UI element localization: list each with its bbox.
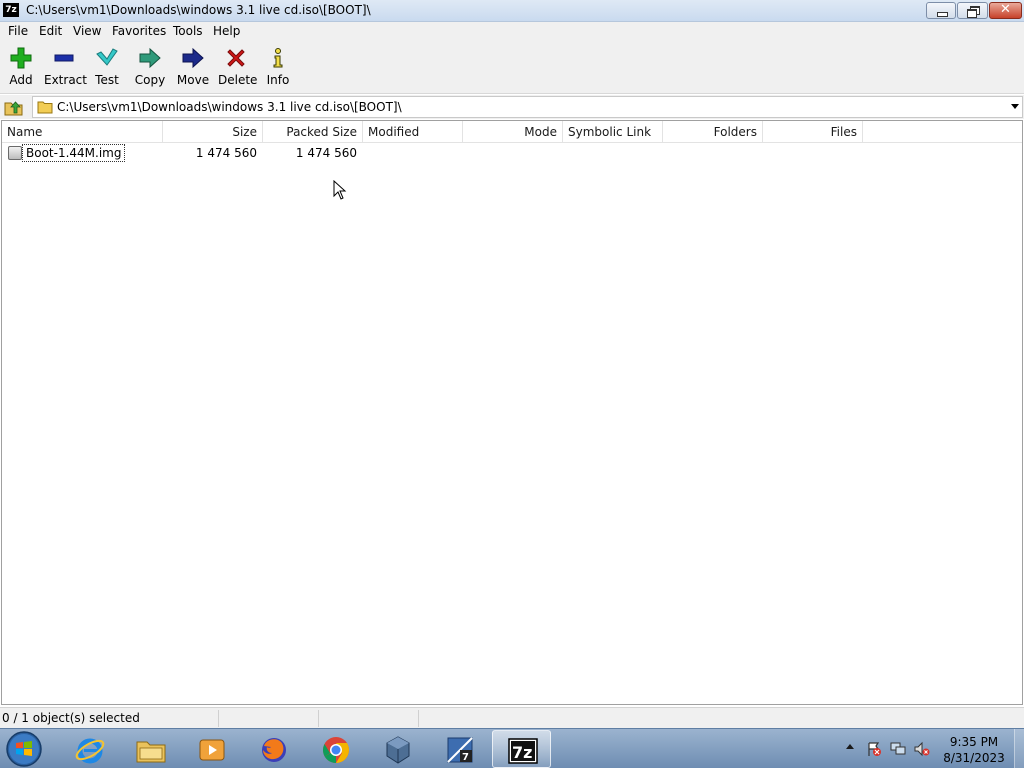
status-divider (218, 710, 219, 727)
svg-text:7z: 7z (512, 743, 532, 762)
menu-file[interactable]: File (8, 24, 28, 38)
svg-text:7: 7 (462, 752, 469, 763)
7zip-app-icon[interactable]: 7z (3, 3, 19, 17)
menu-tools[interactable]: Tools (173, 24, 203, 38)
7zip-filemanager-icon: 7z (508, 738, 538, 764)
menu-view[interactable]: View (73, 24, 101, 38)
virtualbox-icon (386, 736, 410, 764)
delete-label: Delete (218, 73, 258, 87)
folder-up-icon (4, 101, 23, 116)
move-arrow-icon (182, 47, 204, 69)
delete-button[interactable]: Delete (218, 46, 258, 92)
info-button[interactable]: Info (265, 46, 291, 92)
taskbar-7zip-installer[interactable]: 7 (430, 730, 489, 768)
toolbar: Add Extract Test Copy Move Delete Info (0, 42, 1024, 94)
status-divider (418, 710, 419, 727)
selection-status: 0 / 1 object(s) selected (2, 711, 140, 725)
column-header-folders[interactable]: Folders (663, 121, 763, 143)
taskbar-virtualbox[interactable] (368, 730, 427, 768)
restore-button[interactable] (957, 2, 988, 19)
close-button[interactable]: ✕ (989, 2, 1022, 19)
close-icon: ✕ (1000, 2, 1011, 17)
add-label: Add (9, 73, 33, 87)
taskbar-media-player[interactable] (182, 730, 241, 768)
menu-bar: File Edit View Favorites Tools Help (0, 22, 1024, 42)
info-icon (273, 48, 283, 68)
show-desktop-button[interactable] (1014, 729, 1024, 769)
copy-label: Copy (134, 73, 166, 87)
test-label: Test (95, 73, 119, 87)
file-list[interactable]: Name Size Packed Size Modified Mode Symb… (1, 120, 1023, 705)
menu-favorites[interactable]: Favorites (112, 24, 166, 38)
table-row[interactable]: Boot-1.44M.img 1 474 560 1 474 560 (2, 144, 1022, 162)
delete-x-icon (227, 49, 245, 67)
test-button[interactable]: Test (93, 46, 121, 92)
network-icon[interactable] (890, 741, 906, 757)
info-label: Info (266, 73, 290, 87)
minus-icon (54, 54, 74, 62)
column-header-size[interactable]: Size (163, 121, 263, 143)
firefox-icon (262, 738, 286, 762)
column-header-modified[interactable]: Modified (363, 121, 463, 143)
clock-time: 9:35 PM (949, 735, 999, 749)
system-clock[interactable]: 9:35 PM 8/31/2023 (934, 734, 1014, 766)
media-player-icon (199, 739, 225, 761)
action-center-flag-icon[interactable] (866, 741, 882, 757)
taskbar-firefox[interactable] (244, 730, 303, 768)
move-label: Move (176, 73, 210, 87)
column-header-packed-size[interactable]: Packed Size (263, 121, 363, 143)
extract-button[interactable]: Extract (44, 46, 87, 92)
folder-icon (37, 101, 53, 114)
taskbar-chrome[interactable] (306, 730, 365, 768)
status-divider (318, 710, 319, 727)
add-button[interactable]: Add (6, 46, 36, 92)
extract-label: Extract (44, 73, 87, 87)
file-size: 1 474 560 (195, 146, 257, 160)
address-input[interactable]: C:\Users\vm1\Downloads\windows 3.1 live … (32, 96, 1023, 118)
7zip-installer-icon: 7 (447, 737, 473, 763)
list-header: Name Size Packed Size Modified Mode Symb… (2, 121, 1022, 143)
minimize-button[interactable] (926, 2, 956, 19)
taskbar-7zip-file-manager[interactable]: 7z (492, 730, 551, 768)
file-image-icon (8, 146, 22, 160)
chrome-icon (322, 737, 350, 764)
address-bar: C:\Users\vm1\Downloads\windows 3.1 live … (0, 95, 1024, 119)
address-path: C:\Users\vm1\Downloads\windows 3.1 live … (57, 100, 402, 114)
column-header-name[interactable]: Name (2, 121, 163, 143)
taskbar: 7 7z 9:35 PM 8/31/2023 (0, 728, 1024, 769)
tray-expand-icon[interactable] (846, 744, 854, 749)
file-name[interactable]: Boot-1.44M.img (22, 144, 126, 162)
window-title: C:\Users\vm1\Downloads\windows 3.1 live … (26, 3, 371, 17)
taskbar-file-explorer[interactable] (121, 730, 180, 768)
internet-explorer-icon (75, 738, 105, 764)
check-icon (96, 48, 118, 66)
menu-help[interactable]: Help (213, 24, 240, 38)
windows-logo-icon (6, 731, 42, 767)
taskbar-internet-explorer[interactable] (60, 730, 119, 768)
column-header-mode[interactable]: Mode (463, 121, 563, 143)
plus-icon (10, 47, 32, 69)
folder-up-button[interactable] (4, 97, 24, 117)
copy-button[interactable]: Copy (134, 46, 166, 92)
volume-muted-icon[interactable] (914, 741, 930, 757)
mouse-cursor-icon (333, 180, 347, 200)
file-explorer-icon (136, 741, 166, 763)
title-bar[interactable]: 7z C:\Users\vm1\Downloads\windows 3.1 li… (0, 0, 1024, 22)
file-packed-size: 1 474 560 (295, 146, 357, 160)
chevron-down-icon[interactable] (1011, 104, 1019, 109)
clock-date: 8/31/2023 (943, 751, 1005, 765)
menu-edit[interactable]: Edit (39, 24, 62, 38)
column-header-files[interactable]: Files (763, 121, 863, 143)
column-header-symbolic-link[interactable]: Symbolic Link (563, 121, 663, 143)
status-bar: 0 / 1 object(s) selected (0, 707, 1024, 728)
start-button[interactable] (4, 730, 44, 768)
move-button[interactable]: Move (176, 46, 210, 92)
copy-arrow-icon (139, 47, 161, 69)
